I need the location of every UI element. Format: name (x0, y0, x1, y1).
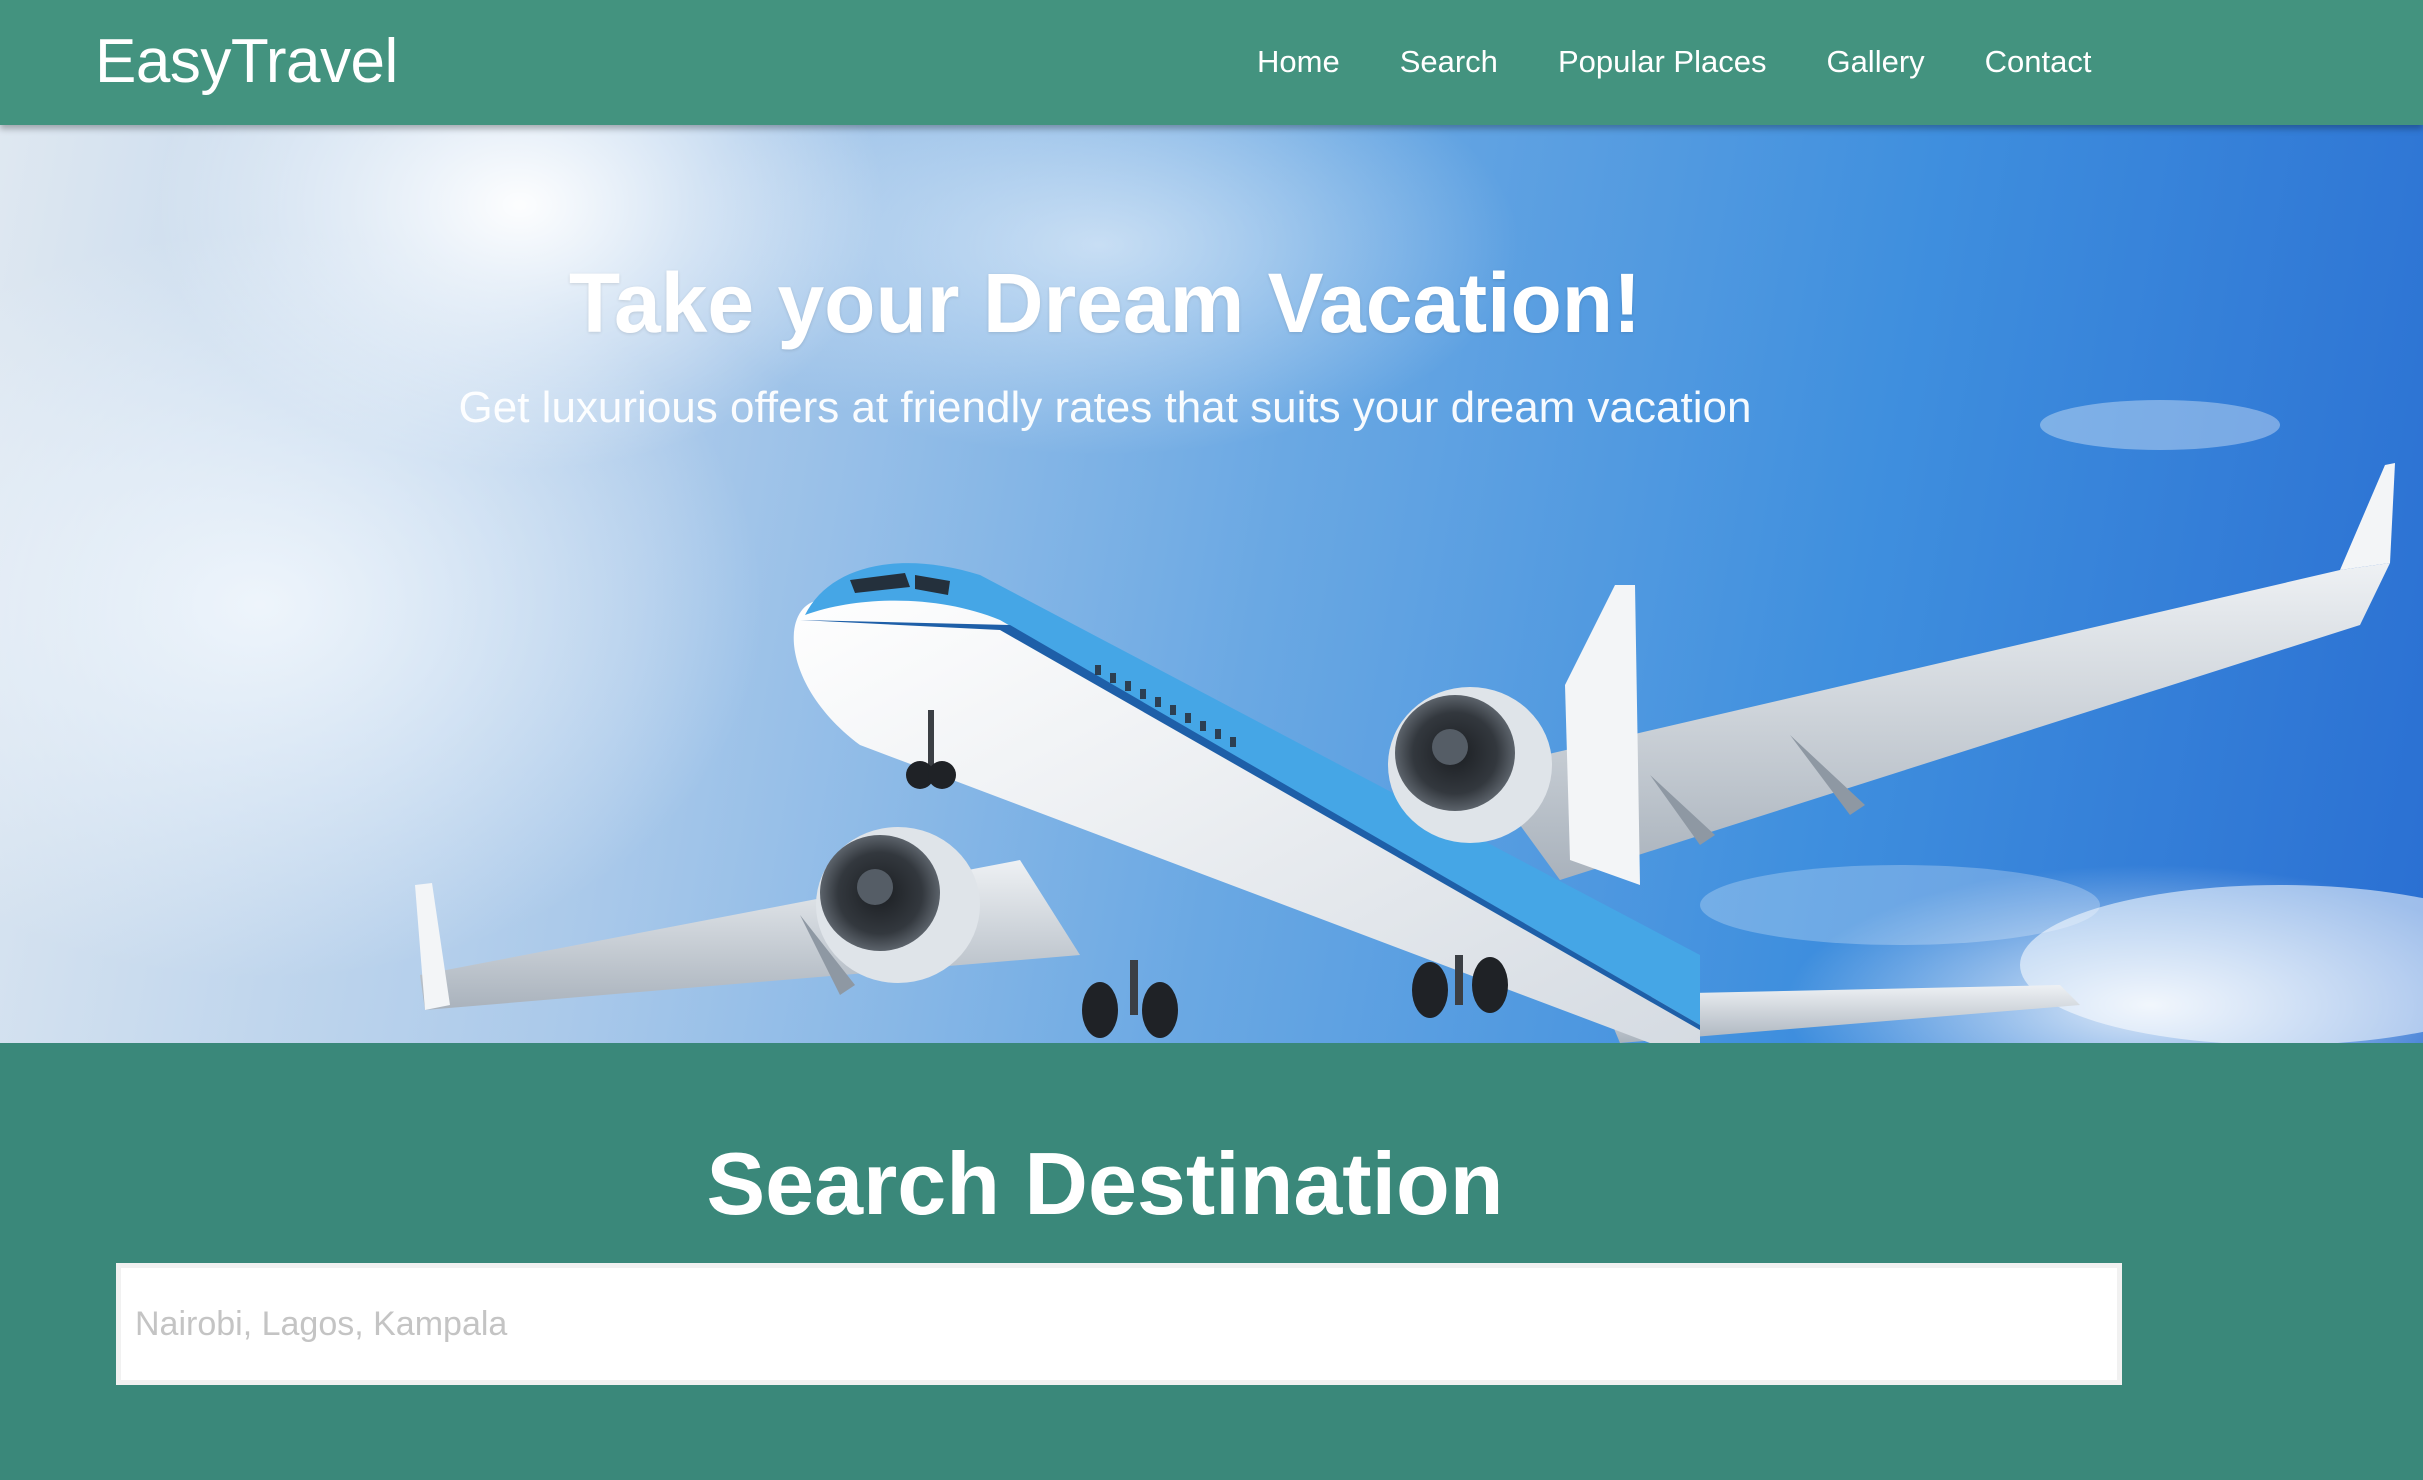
hero-title: Take your Dream Vacation! (568, 256, 1642, 350)
hero-banner: Take your Dream Vacation! Get luxurious … (0, 125, 2423, 1043)
search-section: Search Destination (0, 1043, 2423, 1480)
nav-link-search[interactable]: Search (1400, 44, 1498, 80)
brand-logo[interactable]: EasyTravel (95, 26, 398, 97)
nav-links: Home Search Popular Places Gallery Conta… (1257, 44, 2092, 80)
hero-subtitle: Get luxurious offers at friendly rates t… (458, 383, 1752, 432)
nav-link-popular-places[interactable]: Popular Places (1558, 44, 1767, 80)
nav-link-home[interactable]: Home (1257, 44, 1340, 80)
nav-link-contact[interactable]: Contact (1985, 44, 2092, 80)
page: EasyTravel Home Search Popular Places Ga… (0, 0, 2423, 1480)
search-input[interactable] (116, 1263, 2122, 1385)
search-title: Search Destination (706, 1134, 1504, 1233)
nav-link-gallery[interactable]: Gallery (1826, 44, 1924, 80)
navbar: EasyTravel Home Search Popular Places Ga… (0, 0, 2423, 125)
